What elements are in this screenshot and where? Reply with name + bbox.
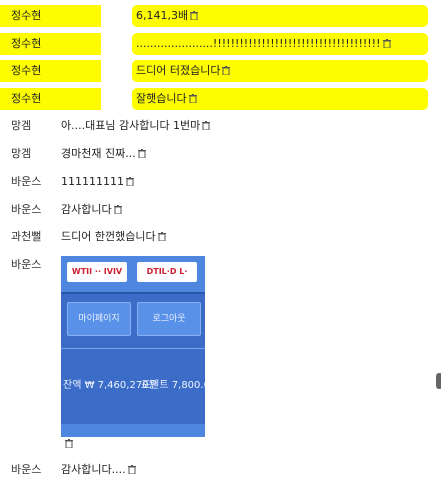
trash-icon[interactable] (127, 465, 136, 474)
message-text-wrap: 드디어 한껀했습니다 (61, 226, 166, 248)
message-user: 정수현 (0, 33, 101, 55)
image-tab: WTII ·· IVIV (67, 262, 127, 282)
message-text-wrap: 감사합니다 (61, 199, 122, 221)
trash-icon[interactable] (222, 66, 231, 75)
image-mypage-button: 마이페이지 (67, 302, 131, 336)
message-text-highlighted: 잘햇습니다 (132, 88, 428, 110)
trash-icon[interactable] (65, 439, 73, 448)
message-text-highlighted: 드디어 터졌습니다 (132, 60, 428, 82)
message-image[interactable]: WTII ·· IVIV DTIL·D L· 마이페이지 로그아웃 잔액 ₩ 7… (61, 256, 205, 437)
message-user: 망겜 (11, 147, 32, 160)
trash-icon[interactable] (137, 149, 146, 158)
message-user: 정수현 (0, 88, 101, 110)
message-user: 바운스 (11, 258, 42, 271)
message-user: 망겜 (11, 119, 32, 132)
message-text: 6,141,3배 (136, 9, 189, 22)
trash-icon[interactable] (202, 121, 211, 130)
message-user: 정수현 (0, 5, 101, 27)
image-points: 포인트 7,800.0P (141, 380, 205, 391)
image-bottom-band (61, 424, 205, 437)
image-logout-button: 로그아웃 (137, 302, 201, 336)
message-text-highlighted: ......................!!!!!!!!!!!!!!!!!!… (132, 33, 428, 55)
message-text: 아....대표님 감사합니다 1번마 (61, 119, 201, 132)
message-text: 드디어 터졌습니다 (136, 64, 221, 77)
image-tab: DTIL·D L· (137, 262, 197, 282)
message-text-wrap: 111111111 (61, 171, 134, 193)
message-text: 감사합니다 (61, 203, 112, 216)
message-text: 잘햇습니다 (136, 92, 187, 105)
message-user: 바운스 (11, 203, 42, 216)
trash-icon[interactable] (188, 94, 197, 103)
message-user: 바운스 (11, 463, 42, 476)
message-text: 111111111 (61, 175, 124, 188)
scrollbar-handle[interactable] (436, 373, 441, 389)
message-text: 드디어 한껀했습니다 (61, 230, 156, 243)
trash-icon[interactable] (157, 232, 166, 241)
message-text-highlighted: 6,141,3배 (132, 5, 428, 27)
message-text-wrap: 감사합니다.... (61, 459, 136, 481)
message-text: 감사합니다.... (61, 463, 126, 476)
message-user: 정수현 (0, 60, 101, 82)
message-text: ......................!!!!!!!!!!!!!!!!!!… (136, 37, 381, 50)
message-text-wrap: 아....대표님 감사합니다 1번마 (61, 115, 211, 137)
message-text-wrap: 경마천재 진짜... (61, 143, 146, 165)
message-text: 경마천재 진짜... (61, 147, 136, 160)
trash-icon[interactable] (126, 177, 134, 186)
message-user: 과천뻘 (11, 230, 42, 243)
message-user: 바운스 (11, 175, 42, 188)
trash-icon[interactable] (190, 11, 199, 20)
trash-icon[interactable] (382, 39, 391, 48)
image-divider (61, 348, 205, 349)
trash-icon[interactable] (113, 205, 122, 214)
